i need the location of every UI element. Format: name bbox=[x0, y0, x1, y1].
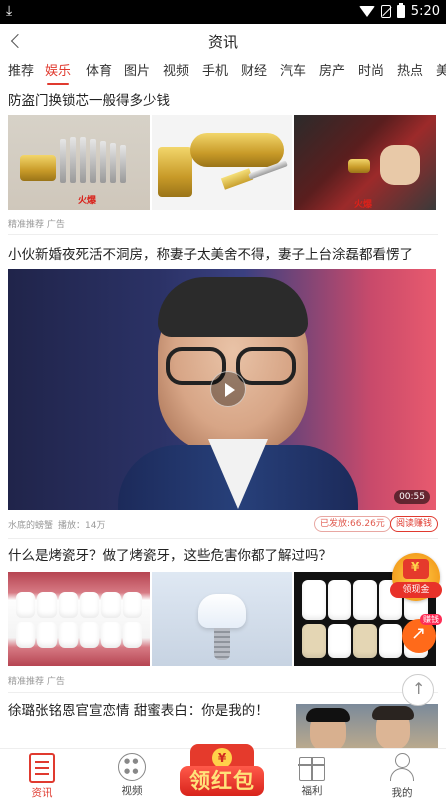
news-image-couple[interactable] bbox=[296, 704, 438, 748]
tab-shouji[interactable]: 手机 bbox=[202, 63, 228, 85]
ad-image-implant[interactable] bbox=[152, 572, 292, 666]
nav-label: 我的 bbox=[391, 787, 413, 799]
ad-image-lock-installation[interactable]: 火爆 bbox=[294, 115, 436, 210]
tab-yule[interactable]: 娱乐 bbox=[45, 63, 71, 85]
nav-welfare[interactable]: 福利 bbox=[282, 753, 342, 798]
divider bbox=[8, 234, 438, 235]
news-icon bbox=[29, 753, 55, 783]
status-bar: ⤓ 5:20 bbox=[0, 0, 446, 24]
status-time: 5:20 bbox=[410, 4, 440, 19]
watermark: 火爆 bbox=[78, 196, 97, 206]
page-title: 资讯 bbox=[207, 33, 238, 51]
tab-qiche[interactable]: 汽车 bbox=[280, 63, 306, 85]
tab-tuijian[interactable]: 推荐 bbox=[8, 63, 34, 85]
coin-icon: ¥ bbox=[212, 748, 232, 768]
divider bbox=[8, 538, 438, 539]
red-packet-cash-label[interactable]: 领现金 bbox=[390, 582, 442, 598]
feed-headline[interactable]: 防盗门换锁芯一般得多少钱 bbox=[8, 92, 170, 110]
nav-video[interactable]: 视频 bbox=[102, 753, 162, 798]
ad-meta: 精准推荐 广告 bbox=[8, 677, 65, 687]
video-plays: 播放：14万 bbox=[58, 521, 106, 531]
yuan-icon: ¥ bbox=[411, 560, 420, 574]
tab-redian[interactable]: 热点 bbox=[397, 63, 423, 85]
feed-headline[interactable]: 小伙新婚夜死活不洞房，称妻子太美舍不得，妻子上台涂磊都看愣了 bbox=[8, 246, 413, 264]
video-source[interactable]: 水底的螃蟹 bbox=[8, 518, 53, 531]
video-duration: 00:55 bbox=[394, 490, 430, 504]
nav-news[interactable]: 资讯 bbox=[12, 753, 72, 800]
tab-shishang[interactable]: 时尚 bbox=[358, 63, 384, 85]
download-icon: ⤓ bbox=[6, 3, 13, 19]
category-tabs: 推荐 娱乐 体育 图片 视频 手机 财经 汽车 房产 时尚 热点 美 bbox=[0, 60, 446, 86]
tab-fangchan[interactable]: 房产 bbox=[319, 63, 345, 85]
title-bar: 资讯 bbox=[0, 24, 446, 60]
tab-tupian[interactable]: 图片 bbox=[124, 63, 150, 85]
wifi-icon bbox=[358, 6, 375, 17]
tab-tiyu[interactable]: 体育 bbox=[86, 63, 112, 85]
back-to-top-icon[interactable] bbox=[402, 674, 434, 706]
battery-icon bbox=[396, 3, 405, 18]
paid-amount-badge: 已发放:66.26元 bbox=[314, 516, 391, 532]
red-packet-label: 领红包 bbox=[180, 766, 264, 796]
nav-label: 福利 bbox=[301, 785, 323, 797]
video-thumbnail[interactable]: 00:55 bbox=[8, 269, 436, 510]
tab-caijing[interactable]: 财经 bbox=[241, 63, 267, 85]
nav-label: 资讯 bbox=[31, 787, 53, 799]
tab-shipin[interactable]: 视频 bbox=[163, 63, 189, 85]
read-earn-button[interactable]: 阅读赚钱 bbox=[390, 516, 439, 532]
play-icon[interactable] bbox=[210, 371, 246, 407]
ad-image-teeth[interactable] bbox=[8, 572, 150, 666]
no-sim-icon bbox=[380, 5, 391, 18]
nav-me[interactable]: 我的 bbox=[372, 753, 432, 800]
profile-icon bbox=[389, 753, 415, 783]
ad-image-lock-cylinders[interactable]: 火爆 bbox=[8, 115, 150, 210]
nav-label: 视频 bbox=[121, 785, 143, 797]
watermark: 火爆 bbox=[354, 200, 373, 210]
ad-image-gold-lock[interactable] bbox=[152, 115, 292, 210]
tab-mei[interactable]: 美 bbox=[436, 63, 446, 85]
ad-meta: 精准推荐 广告 bbox=[8, 220, 65, 230]
red-packet-button[interactable]: ¥ 领红包 bbox=[180, 744, 264, 800]
gift-icon bbox=[298, 757, 325, 781]
video-icon bbox=[118, 753, 146, 781]
earn-badge: 赚钱 bbox=[420, 614, 442, 625]
feed-headline[interactable]: 徐璐张铭恩官宣恋情 甜蜜表白：你是我的！ bbox=[8, 702, 269, 720]
feed-headline[interactable]: 什么是烤瓷牙？做了烤瓷牙，这些危害你都了解过吗？ bbox=[8, 547, 332, 565]
divider bbox=[8, 692, 438, 693]
